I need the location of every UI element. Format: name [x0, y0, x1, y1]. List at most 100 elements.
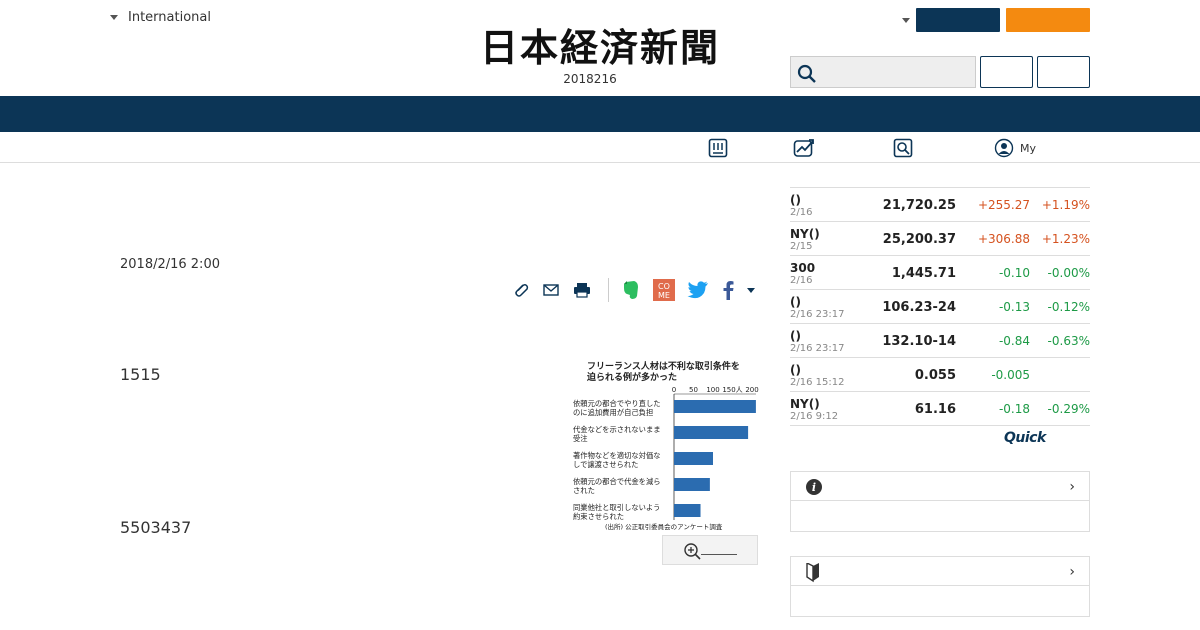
category-label: 代金などを示されないまま	[573, 425, 661, 434]
market-change: -0.005	[991, 368, 1030, 382]
beginner-mark-icon	[806, 563, 819, 583]
market-change: -0.18	[998, 402, 1030, 416]
article-figure[interactable]: フリーランス人材は不利な取引条件を 迫られる例が多かった 0 50 100 150人 2…	[570, 360, 760, 535]
market-value: 1,445.71	[891, 266, 956, 281]
market-row[interactable]: 300 2/16 1,445.71 -0.10 -0.00%	[790, 256, 1090, 290]
market-value: 61.16	[914, 402, 956, 417]
facebook-icon[interactable]	[721, 280, 735, 300]
market-row[interactable]: () 2/16 23:17 106.23-24 -0.13 -0.12%	[790, 290, 1090, 324]
clip-icon[interactable]	[512, 281, 530, 299]
x-tick-label: 100	[706, 386, 719, 394]
market-change: -0.13	[998, 300, 1030, 314]
info-panel[interactable]: i ›	[790, 471, 1090, 532]
search-input[interactable]	[790, 56, 976, 88]
market-name: ()	[790, 193, 801, 207]
chevron-right-icon: ›	[1069, 564, 1075, 580]
market-change: -0.84	[998, 334, 1030, 348]
category-label: 受注	[573, 434, 588, 443]
market-value: 106.23-24	[882, 300, 956, 315]
sub-nav: My	[0, 132, 1200, 163]
market-row[interactable]: NY() 2/16 9:12 61.16 -0.18 -0.29%	[790, 392, 1090, 426]
zoom-figure-button[interactable]	[662, 535, 758, 565]
svg-text:CO: CO	[658, 282, 670, 291]
market-date: 2/16 23:17	[790, 309, 845, 320]
market-name: ()	[790, 363, 801, 377]
chevron-right-icon: ›	[1069, 479, 1075, 495]
zoom-label-underline	[701, 554, 737, 555]
market-row[interactable]: () 2/16 15:12 0.055 -0.005	[790, 358, 1090, 392]
market-value: 25,200.37	[882, 232, 956, 247]
share-toolbar: CO ME	[512, 278, 767, 302]
market-row[interactable]: NY() 2/15 25,200.37 +306.88 +1.23%	[790, 222, 1090, 256]
market-change: +255.27	[977, 198, 1030, 212]
category-label: 著作物などを適切な対価な	[573, 451, 661, 460]
market-date: 2/16	[790, 275, 813, 286]
x-tick-label: 0	[672, 386, 676, 394]
category-label: 依頼元の都合でやり直した	[573, 399, 661, 408]
article-date: 2018/2/16 2:00	[120, 257, 220, 272]
bar	[674, 504, 701, 517]
market-date: 2/16 23:17	[790, 343, 845, 354]
svg-text:ME: ME	[658, 291, 670, 300]
print-icon[interactable]	[572, 281, 592, 299]
edition-label: International	[128, 10, 211, 25]
subscribe-button[interactable]	[1006, 8, 1090, 32]
market-name: ()	[790, 295, 801, 309]
more-share-caret-icon[interactable]	[747, 287, 755, 293]
category-label: のに追加費用が自己負担	[573, 408, 653, 417]
user-icon	[994, 138, 1014, 158]
x-tick-label: 50	[689, 386, 698, 394]
market-date: 2/15	[790, 241, 813, 252]
market-date: 2/16 15:12	[790, 377, 845, 388]
login-button[interactable]	[916, 8, 1000, 32]
issue-date: 2018216	[563, 72, 617, 86]
bar-chart: 0 50 100 150人 200 依頼元の都合でやり直したのに追加費用が自己負担代金など…	[573, 386, 759, 531]
caret-down-icon	[110, 15, 118, 20]
market-row[interactable]: () 2/16 23:17 132.10-14 -0.84 -0.63%	[790, 324, 1090, 358]
site-logo[interactable]: 日本経済新聞	[450, 28, 750, 68]
market-name: NY()	[790, 227, 820, 241]
search-icon	[797, 64, 816, 83]
market-name: NY()	[790, 397, 820, 411]
my-label: My	[1020, 141, 1037, 155]
category-label: された	[573, 486, 595, 495]
market-name: 300	[790, 261, 816, 275]
bar	[674, 426, 749, 439]
chart-icon[interactable]	[793, 138, 815, 162]
market-percent: +1.19%	[1041, 198, 1090, 212]
bar	[674, 452, 713, 465]
bar	[674, 478, 710, 491]
header-button-1[interactable]	[980, 56, 1033, 88]
article-paragraph: 5503437	[120, 518, 192, 537]
category-label: 依頼元の都合で代金を減ら	[573, 477, 661, 486]
category-label: 約束させられた	[573, 512, 624, 521]
zoom-in-icon	[684, 543, 701, 560]
search-news-icon[interactable]	[893, 138, 913, 162]
divider	[608, 278, 609, 302]
market-value: 21,720.25	[882, 198, 956, 213]
market-percent: +1.23%	[1041, 232, 1090, 246]
mail-icon[interactable]	[542, 281, 560, 299]
newspaper-icon[interactable]	[708, 138, 728, 162]
category-label: しで譲渡させられた	[573, 460, 638, 469]
header-button-2[interactable]	[1037, 56, 1090, 88]
beginner-panel[interactable]: ›	[790, 556, 1090, 617]
market-percent: -0.00%	[1047, 266, 1090, 280]
market-row[interactable]: () 2/16 21,720.25 +255.27 +1.19%	[790, 188, 1090, 222]
twitter-icon[interactable]	[687, 280, 709, 300]
info-icon: i	[806, 479, 822, 495]
evernote-icon[interactable]	[621, 279, 641, 301]
market-change: -0.10	[998, 266, 1030, 280]
edition-selector[interactable]: International	[110, 10, 211, 25]
my-page-link[interactable]: My	[994, 138, 1036, 158]
figure-source: (出所) 公正取引委員会のアンケート調査	[605, 522, 723, 531]
x-tick-label: 150人	[722, 386, 742, 394]
come-icon[interactable]: CO ME	[653, 279, 675, 301]
market-value: 132.10-14	[882, 334, 956, 349]
category-label: 同業他社と取引しないよう	[573, 503, 660, 512]
quick-logo[interactable]: Quick	[1004, 430, 1046, 446]
market-percent: -0.12%	[1047, 300, 1090, 314]
caret-down-icon[interactable]	[902, 17, 910, 23]
main-nav-bar	[0, 96, 1200, 132]
x-tick-label: 200	[745, 386, 758, 394]
